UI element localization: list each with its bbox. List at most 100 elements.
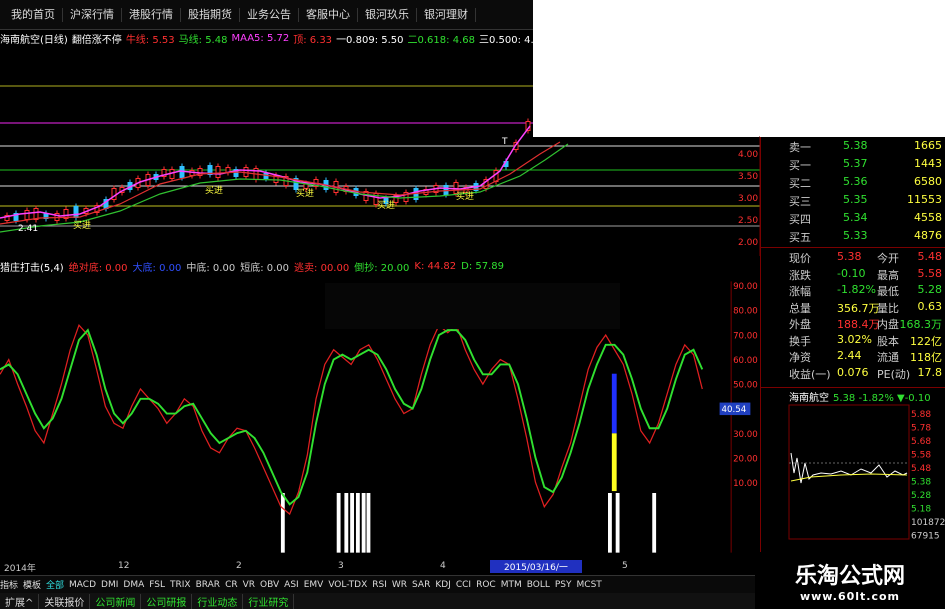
candle-body <box>215 166 221 178</box>
bottom-tab[interactable]: 公司新闻 <box>90 593 142 609</box>
candle-body <box>443 185 449 195</box>
stock-title[interactable]: 海南航空(日线) <box>0 31 68 46</box>
indicator-tab[interactable]: KDJ <box>435 580 451 590</box>
date-label: 5 <box>622 561 628 571</box>
indicator-tab[interactable]: 指标 <box>0 578 18 591</box>
signal-bar <box>615 493 620 553</box>
indicator-tab[interactable]: BOLL <box>527 580 550 590</box>
signal-bar <box>366 493 371 553</box>
orderbook-label: 买二 <box>789 177 811 190</box>
indicator-tab[interactable]: PSY <box>555 580 572 590</box>
buy-signal: 买进 <box>296 188 314 199</box>
stat-value: -0.10 <box>837 266 866 280</box>
stat-value: 5.48 <box>917 250 943 263</box>
bottom-tab[interactable]: 扩展^ <box>0 593 40 609</box>
stat-label: 股本 <box>877 334 899 348</box>
indicator-tab[interactable]: SAR <box>412 580 430 590</box>
indicator-tab[interactable]: CCI <box>456 580 471 590</box>
indicator-tab[interactable]: TRIX <box>170 580 191 590</box>
nav-item[interactable]: 银河玖乐 <box>358 7 417 22</box>
quote-panel: 卖一 5.38 1665 买一 5.37 1443 买二 5.36 6580 买三 5.35 1155… <box>760 137 945 555</box>
nav-item[interactable]: 客服中心 <box>299 7 358 22</box>
indicator-tab[interactable]: DMA <box>123 580 144 590</box>
indicator-name[interactable]: 猎庄打击(5,4) <box>0 259 64 274</box>
minichart-tick: 5.68 <box>911 437 931 447</box>
mini-chart-title[interactable]: 海南航空 5.38 -1.82% ▼-0.10 <box>789 389 931 404</box>
indicator-tab[interactable]: 全部 <box>46 578 64 591</box>
indicator-tab[interactable]: ASI <box>284 580 299 590</box>
minichart-tick: 5.58 <box>911 451 931 461</box>
intraday-price-line <box>790 452 908 484</box>
nav-item[interactable]: 沪深行情 <box>63 7 122 22</box>
stat-value: 0.076 <box>837 365 869 379</box>
price-tick: 2.50 <box>738 216 758 226</box>
nav-item[interactable]: 股指期货 <box>181 7 240 22</box>
bottom-tab[interactable]: 关联报价 <box>39 593 91 609</box>
orderbook-price: 5.33 <box>843 229 868 242</box>
indicator-tab[interactable]: VR <box>243 580 255 590</box>
signal-bar <box>652 493 657 553</box>
orderbook-price: 5.34 <box>843 211 868 224</box>
indicator-tab[interactable]: MCST <box>577 580 602 590</box>
indicator-value: 逃卖: 00.00 <box>294 262 350 274</box>
orderbook-volume: 6580 <box>914 175 942 188</box>
stat-row: 涨跌 -0.10 最高 5.58 <box>761 267 945 283</box>
stat-value: 2.44 <box>837 349 862 362</box>
ma-value: 二0.618: 4.68 <box>407 34 475 46</box>
indicator-value: 中底: 0.00 <box>186 262 236 274</box>
stat-label: 总量 <box>789 301 811 315</box>
date-label: 2 <box>236 561 242 571</box>
stat-value: 168.3万 <box>899 318 943 331</box>
orderbook-row[interactable]: 卖一 5.38 1665 <box>761 139 945 155</box>
indicator-tab[interactable]: EMV <box>304 580 324 590</box>
indicator-tab[interactable]: 模板 <box>23 578 41 591</box>
nav-item[interactable]: 我的首页 <box>4 7 63 22</box>
indicator-tab[interactable]: RSI <box>372 580 387 590</box>
indicator-tick: 70.00 <box>733 331 758 341</box>
divider <box>761 387 945 388</box>
orderbook-label: 买五 <box>789 231 811 244</box>
indicator-tick: 90.00 <box>733 282 758 292</box>
nav-item[interactable]: 银河理财 <box>417 7 476 22</box>
indicator-tab[interactable]: MACD <box>69 580 96 590</box>
stat-value: 3.02% <box>837 332 872 346</box>
orderbook-price: 5.35 <box>843 193 868 206</box>
orderbook-row[interactable]: 买三 5.35 11553 <box>761 193 945 209</box>
indicator-tab[interactable]: OBV <box>260 580 279 590</box>
date-label: 3 <box>338 561 344 571</box>
orderbook-row[interactable]: 买五 5.33 4876 <box>761 229 945 245</box>
price-chart[interactable]: 买进 买进 买进 买进 买进 2.41 T 4.00 3.50 3.00 2.5… <box>0 46 760 256</box>
indicator-tab[interactable]: BRAR <box>196 580 220 590</box>
low-price-label: 2.41 <box>18 224 38 234</box>
orderbook-label: 买一 <box>789 159 811 172</box>
indicator-tab[interactable]: WR <box>392 580 407 590</box>
nav-item[interactable]: 港股行情 <box>122 7 181 22</box>
bottom-tab[interactable]: 行业研究 <box>243 593 295 609</box>
minichart-tick: 5.78 <box>911 424 931 434</box>
indicator-tab[interactable]: CR <box>225 580 238 590</box>
stat-label: 收益(一) <box>789 367 831 381</box>
indicator-tab[interactable]: VOL-TDX <box>328 580 367 590</box>
price-tick: 4.00 <box>738 150 758 160</box>
kdj-lines <box>0 324 704 516</box>
orderbook-row[interactable]: 买一 5.37 1443 <box>761 157 945 173</box>
intraday-minichart[interactable]: 5.88 5.78 5.68 5.58 5.48 5.38 5.28 5.18 101872 67… <box>761 403 945 543</box>
orderbook-row[interactable]: 买二 5.36 6580 <box>761 175 945 191</box>
stat-value: 5.28 <box>917 283 943 296</box>
divider <box>761 247 945 248</box>
nav-item[interactable]: 业务公告 <box>240 7 299 22</box>
indicator-tab[interactable]: ROC <box>476 580 496 590</box>
indicator-tab[interactable]: FSL <box>149 580 165 590</box>
signal-bar <box>361 493 366 553</box>
signal-bar <box>350 493 355 553</box>
orderbook-row[interactable]: 买四 5.34 4558 <box>761 211 945 227</box>
selected-date: 2015/03/16/一 <box>490 560 582 573</box>
bottom-fill-bar <box>611 433 617 492</box>
stat-value: -1.82% <box>837 283 876 296</box>
formula-name: 翻倍涨不停 <box>71 34 122 46</box>
indicator-tab[interactable]: MTM <box>501 580 522 590</box>
bottom-tab[interactable]: 公司研报 <box>141 593 193 609</box>
ma-value: 三0.500: 4.15 <box>478 34 533 46</box>
indicator-tab[interactable]: DMI <box>101 580 118 590</box>
bottom-tab[interactable]: 行业动态 <box>192 593 244 609</box>
